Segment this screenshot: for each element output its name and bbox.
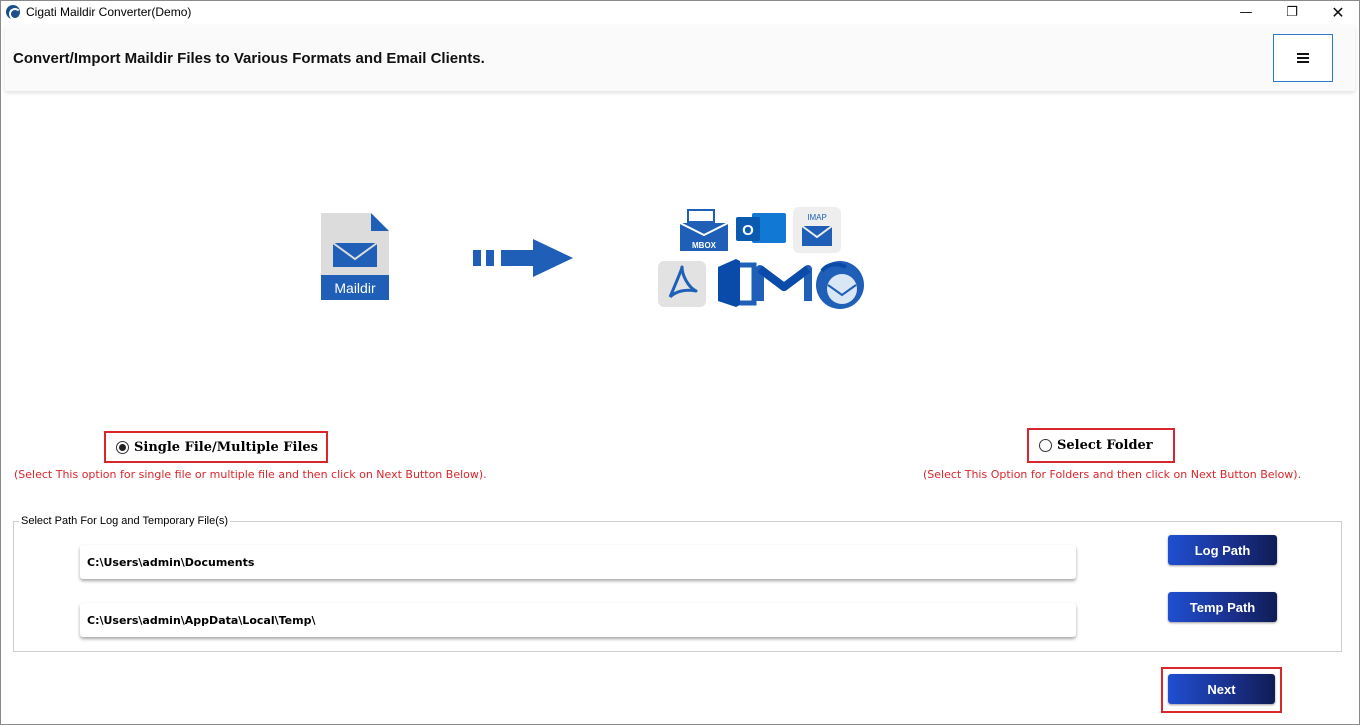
maildir-file-icon: Maildir: [321, 213, 389, 300]
next-button-highlight: Next: [1161, 667, 1282, 713]
single-file-label[interactable]: Single File/Multiple Files: [134, 440, 318, 455]
path-settings-group: Select Path For Log and Temporary File(s…: [13, 515, 1342, 652]
select-folder-radio[interactable]: [1039, 439, 1052, 452]
outlook-icon: O: [736, 213, 786, 243]
conversion-illustration: Maildir MBOX O IMAP: [1, 1, 1360, 401]
temp-path-field[interactable]: C:\Users\admin\AppData\Local\Temp\: [80, 603, 1076, 637]
imap-label: IMAP: [807, 213, 827, 222]
log-path-button[interactable]: Log Path: [1168, 535, 1277, 565]
app-window: Cigati Maildir Converter(Demo) — ❐ ✕ Con…: [0, 0, 1360, 725]
single-file-option[interactable]: Single File/Multiple Files: [104, 431, 328, 463]
arrow-right-icon: [473, 239, 573, 277]
gmail-icon: [756, 265, 812, 301]
select-folder-option[interactable]: Select Folder: [1027, 428, 1175, 463]
target-formats-graphic: MBOX O IMAP: [658, 207, 864, 309]
path-group-label: Select Path For Log and Temporary File(s…: [19, 515, 231, 527]
office365-icon: [718, 259, 757, 307]
outlook-label: O: [742, 222, 754, 239]
imap-icon: IMAP: [793, 207, 841, 253]
temp-path-button[interactable]: Temp Path: [1168, 592, 1277, 622]
thunderbird-icon: [816, 261, 864, 309]
maildir-label: Maildir: [334, 280, 376, 296]
mbox-label: MBOX: [692, 241, 717, 250]
select-folder-hint: (Select This Option for Folders and then…: [923, 468, 1302, 481]
next-button[interactable]: Next: [1168, 674, 1275, 704]
log-path-field[interactable]: C:\Users\admin\Documents: [80, 545, 1076, 579]
mbox-icon: MBOX: [679, 209, 729, 251]
single-file-hint: (Select This option for single file or m…: [14, 468, 487, 481]
single-file-radio[interactable]: [116, 440, 129, 454]
pdf-icon: [658, 261, 706, 307]
select-folder-label[interactable]: Select Folder: [1057, 438, 1153, 453]
